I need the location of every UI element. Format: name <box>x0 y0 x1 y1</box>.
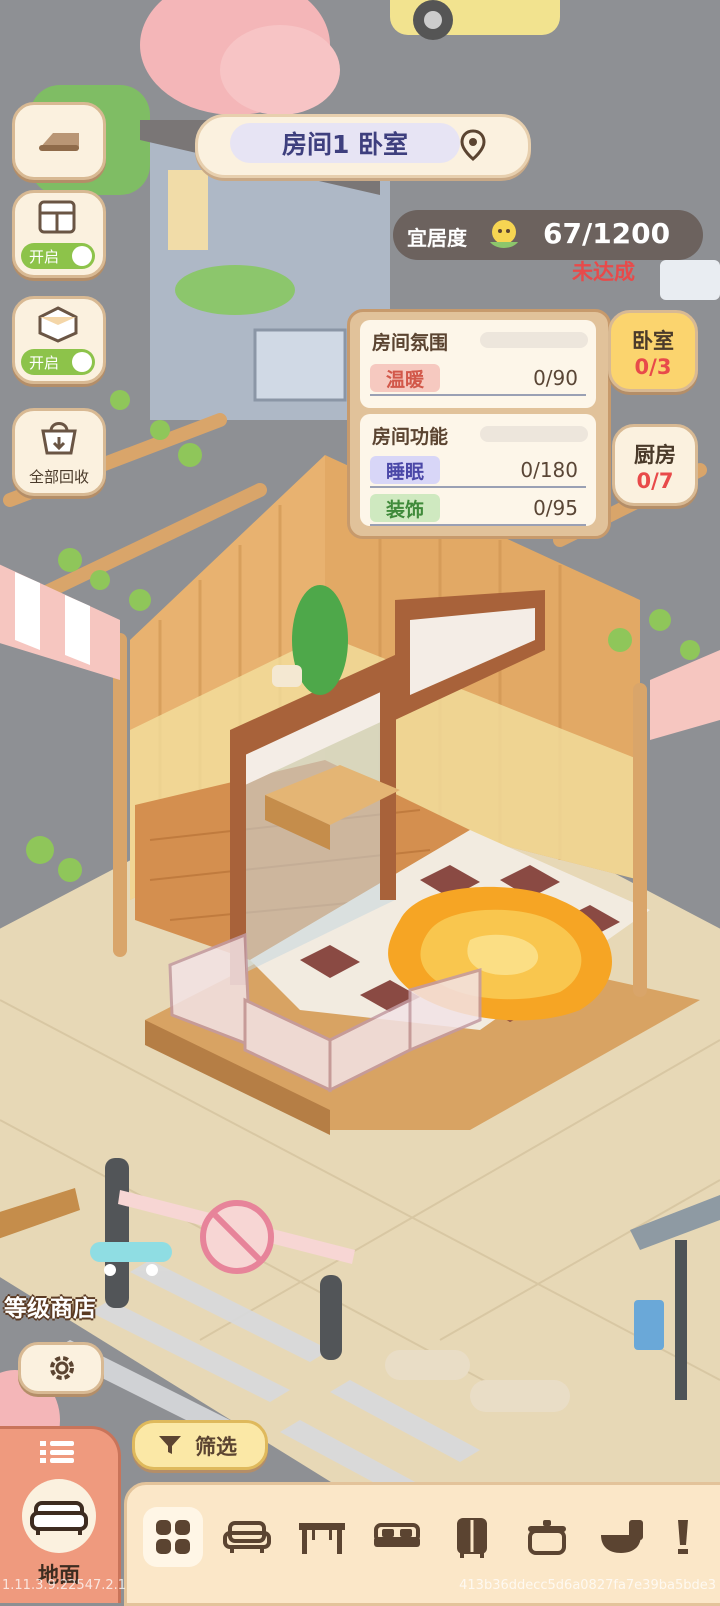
level-shop-label[interactable]: 等级商店 <box>4 1289 96 1323</box>
room-info-card: 房间氛围 温暖 0/90 房间功能 睡眠 0/180 装饰 0/95 <box>347 309 611 539</box>
category-table[interactable] <box>292 1507 352 1567</box>
location-pin-icon[interactable] <box>460 129 486 165</box>
room-tab-kitchen[interactable]: 厨房 0/7 <box>612 424 698 506</box>
filter-label: 筛选 <box>195 1435 237 1459</box>
filter-button[interactable]: 筛选 <box>132 1420 268 1470</box>
category-wardrobe[interactable] <box>442 1507 502 1567</box>
back-button[interactable] <box>12 102 106 180</box>
room-tab-bedroom-name: 卧室 <box>632 329 674 353</box>
stat-row-decor: 装饰 0/95 <box>370 494 586 526</box>
room-tab-kitchen-name: 厨房 <box>634 443 676 467</box>
ground-category-button[interactable]: 地面 <box>0 1426 121 1603</box>
toggle-knob <box>72 246 92 266</box>
sleep-value: 0/180 <box>520 458 578 482</box>
category-armchair[interactable] <box>217 1507 277 1567</box>
sofa-icon <box>22 1479 96 1553</box>
category-all[interactable] <box>143 1507 203 1567</box>
warmth-value: 0/90 <box>533 366 578 390</box>
gear-icon <box>47 1353 77 1387</box>
floor-toggle[interactable]: 开启 <box>21 349 95 375</box>
build-hash-text: 413b36ddecc5d6a0827fa7e39ba5bde3 <box>459 1578 716 1593</box>
room-title-text: 房间1 卧室 <box>281 130 409 159</box>
floor-toggle-button[interactable]: 开启 <box>12 296 106 384</box>
pot-icon <box>528 1520 566 1555</box>
wardrobe-icon <box>457 1518 487 1558</box>
recycle-all-button[interactable]: 全部回收 <box>12 408 106 496</box>
floor-toggle-label: 开启 <box>29 353 60 372</box>
stat-row-sleep: 睡眠 0/180 <box>370 456 586 488</box>
category-bathroom[interactable] <box>592 1507 652 1567</box>
version-text: 1.11.3.9.22547.2.1 <box>2 1578 127 1593</box>
wall-toggle[interactable]: 开启 <box>21 243 95 269</box>
warmth-chip: 温暖 <box>370 364 440 392</box>
category-kitchen[interactable] <box>517 1507 577 1567</box>
wall-icon <box>37 199 77 239</box>
room-tab-bedroom[interactable]: 卧室 0/3 <box>608 310 698 392</box>
decor-chip: 装饰 <box>370 494 440 522</box>
flower-face-icon <box>486 218 522 256</box>
livability-status: 未达成 <box>572 260 635 284</box>
recycle-basket-icon <box>37 417 81 461</box>
settings-button[interactable] <box>18 1342 104 1394</box>
atmosphere-bar <box>480 332 588 348</box>
grid-icon <box>156 1520 190 1554</box>
wall-toggle-button[interactable]: 开启 <box>12 190 106 278</box>
toilet-icon <box>601 1520 643 1553</box>
function-bar <box>480 426 588 442</box>
function-title: 房间功能 <box>372 426 449 448</box>
category-more[interactable] <box>662 1507 702 1567</box>
filter-icon <box>157 1433 183 1462</box>
stat-row-warmth: 温暖 0/90 <box>370 364 586 396</box>
livability-value: 67/1200 <box>543 217 671 250</box>
atmosphere-section: 房间氛围 温暖 0/90 <box>360 320 596 408</box>
room-tab-bedroom-count: 0/3 <box>634 355 672 379</box>
floor-icon <box>37 305 79 347</box>
decor-value: 0/95 <box>533 496 578 520</box>
wall-toggle-label: 开启 <box>29 247 60 266</box>
recycle-all-label: 全部回收 <box>28 468 89 486</box>
list-icon <box>40 1441 74 1467</box>
atmosphere-title: 房间氛围 <box>372 332 449 354</box>
sleep-chip: 睡眠 <box>370 456 440 484</box>
back-icon <box>35 127 83 159</box>
lamp-icon <box>678 1520 688 1554</box>
room-tab-kitchen-count: 0/7 <box>636 469 674 493</box>
room-title-bar[interactable]: 房间1 卧室 <box>195 114 531 178</box>
toggle-knob <box>72 352 92 372</box>
armchair-icon <box>223 1521 271 1553</box>
livability-panel: 宜居度 67/1200 <box>393 210 703 260</box>
bed-icon <box>374 1523 420 1547</box>
livability-label: 宜居度 <box>407 226 467 250</box>
category-bed[interactable] <box>367 1507 427 1567</box>
table-icon <box>299 1523 345 1554</box>
room-title-pill[interactable]: 房间1 卧室 <box>230 123 460 163</box>
function-section: 房间功能 睡眠 0/180 装饰 0/95 <box>360 414 596 526</box>
